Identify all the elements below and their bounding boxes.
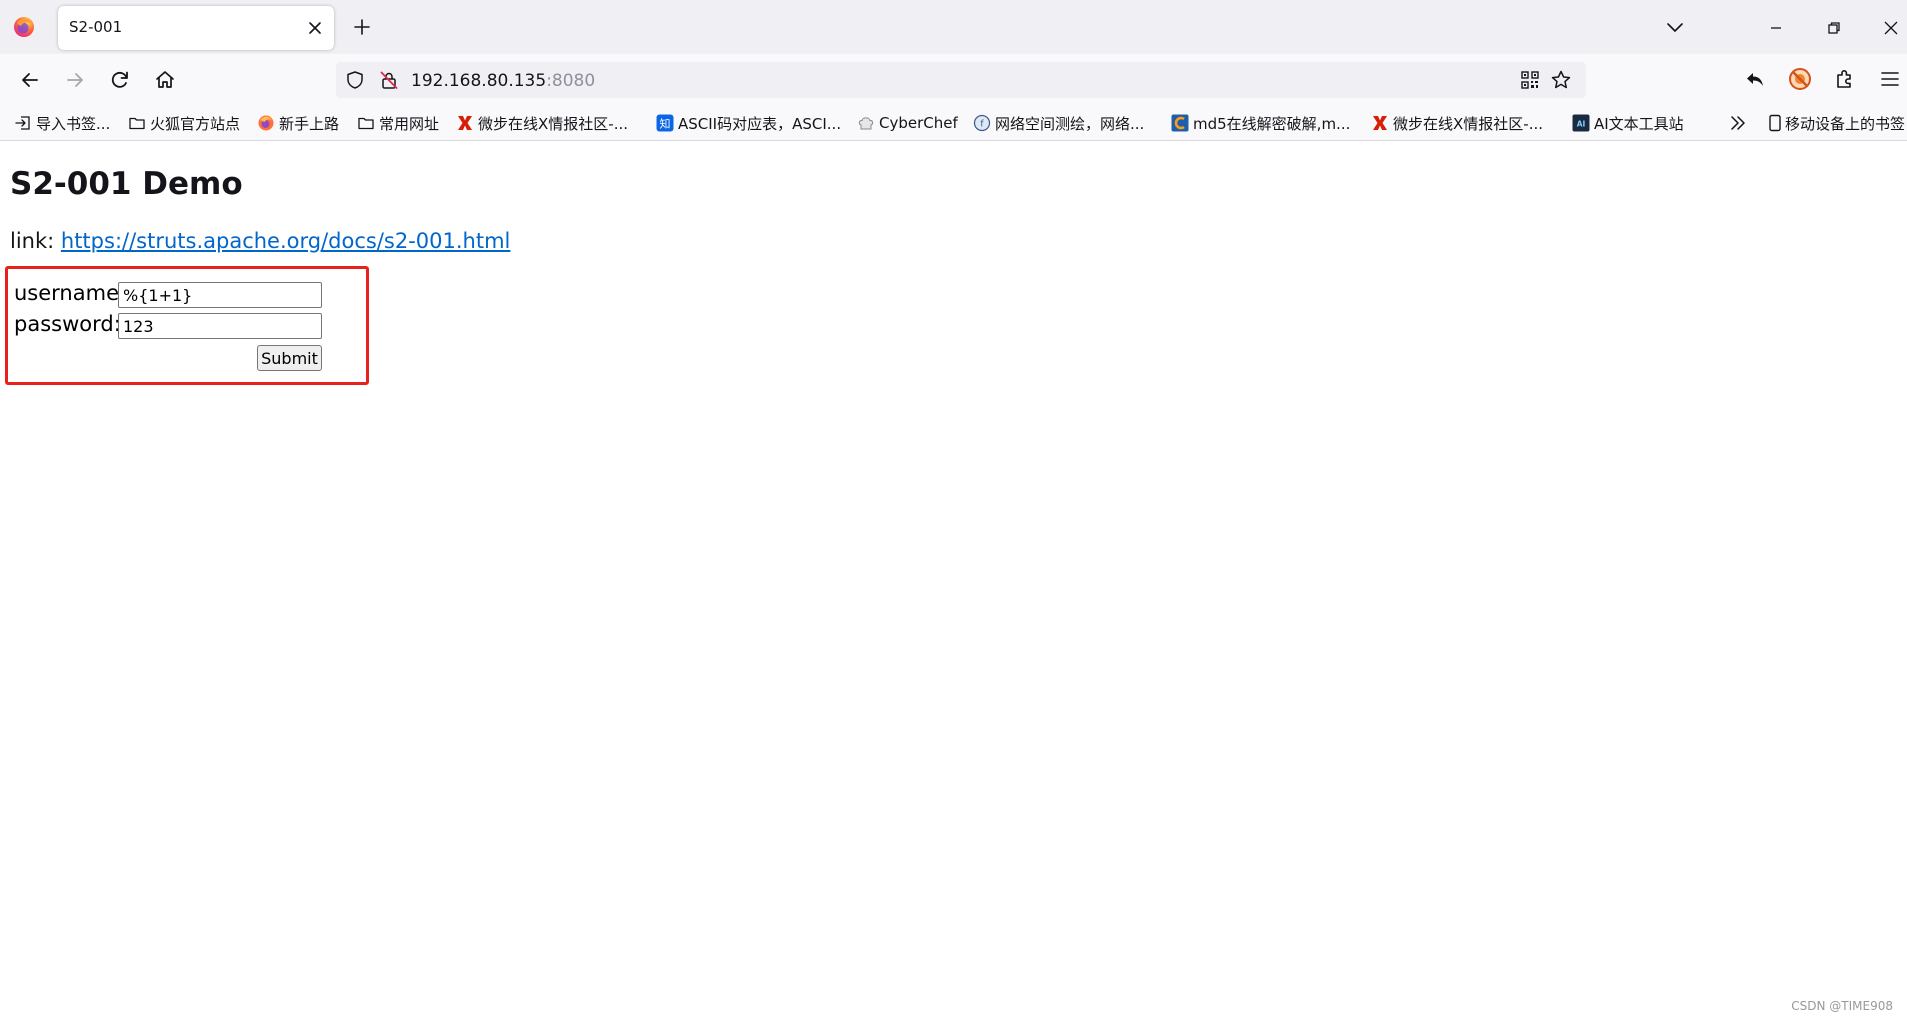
bookmark-label: 常用网址 (379, 114, 440, 133)
x-logo-icon (458, 116, 472, 130)
fofa-icon: f (973, 114, 991, 132)
home-icon[interactable] (151, 66, 179, 94)
import-icon (15, 116, 30, 130)
password-label: password: (14, 312, 121, 336)
link-prefix: link: (10, 229, 61, 253)
submit-button[interactable]: Submit (257, 345, 322, 371)
bookmark-label: AI文本工具站 (1594, 114, 1684, 133)
bookmark-cmd5[interactable]: md5在线解密破解,m... (1171, 106, 1350, 140)
bookmark-label: 火狐官方站点 (150, 114, 241, 133)
plus-icon[interactable] (350, 15, 374, 39)
url-text[interactable]: 192.168.80.135:8080 (411, 71, 595, 91)
page-title: S2-001 Demo (10, 166, 243, 202)
address-bar[interactable]: 192.168.80.135:8080 (336, 62, 1586, 98)
url-port: :8080 (546, 71, 596, 91)
bookmark-ascii-table[interactable]: 知 ASCII码对应表，ASCI... (656, 106, 841, 140)
bookmark-threatbook-2[interactable]: 微步在线X情报社区-... (1371, 106, 1543, 140)
menu-icon[interactable] (1877, 66, 1903, 92)
cmd5-icon (1171, 114, 1189, 132)
struts-docs-link[interactable]: https://struts.apache.org/docs/s2-001.ht… (61, 229, 511, 253)
extensions-icon[interactable] (1832, 66, 1858, 92)
bookmark-label: ASCII码对应表，ASCI... (678, 114, 842, 133)
chef-hat-icon (858, 117, 874, 130)
bookmark-label: 微步在线X情报社区-... (1393, 114, 1543, 133)
tab-strip: S2-001 (0, 0, 1907, 54)
bookmark-folder-common-sites[interactable]: 常用网址 (357, 106, 439, 140)
restore-icon[interactable] (1822, 16, 1846, 40)
svg-text:知: 知 (660, 117, 671, 131)
zhihu-icon: 知 (656, 114, 674, 132)
bookmark-import[interactable]: 导入书签... (14, 106, 110, 140)
navigation-toolbar: 192.168.80.135:8080 (0, 54, 1907, 106)
url-host: 192.168.80.135 (411, 71, 547, 91)
x-logo-icon (1373, 116, 1387, 130)
bookmark-threatbook-1[interactable]: 微步在线X情报社区-... (456, 106, 628, 140)
folder-icon (358, 117, 374, 130)
username-label: username: (14, 281, 127, 305)
tab-s2-001[interactable]: S2-001 (58, 6, 334, 50)
bookmark-mobile-folder[interactable]: 移动设备上的书签 (1766, 106, 1905, 140)
tab-title: S2-001 (69, 18, 123, 36)
watermark: CSDN @TIME908 (1791, 999, 1893, 1013)
bookmark-label: 移动设备上的书签 (1785, 114, 1906, 133)
bookmark-label: CyberChef (879, 114, 958, 132)
no-script-extension-icon[interactable] (1787, 66, 1813, 92)
reload-icon[interactable] (106, 66, 134, 94)
share-back-icon[interactable] (1742, 66, 1768, 92)
password-input[interactable] (118, 313, 322, 339)
bookmark-ai-text-tools[interactable]: AI AI文本工具站 (1572, 106, 1684, 140)
star-icon[interactable] (1550, 69, 1572, 91)
firefox-icon (14, 17, 34, 37)
bookmark-label: md5在线解密破解,m... (1193, 114, 1351, 133)
bookmark-getting-started[interactable]: 新手上路 (257, 106, 339, 140)
qr-code-icon[interactable] (1520, 70, 1540, 90)
mobile-icon (1769, 114, 1781, 132)
bookmarks-toolbar: 导入书签... 火狐官方站点 新手上路 常用网址 微步在线X情报社区-... 知 (0, 106, 1907, 141)
firefox-icon (258, 115, 274, 131)
chevron-down-icon[interactable] (1663, 15, 1687, 39)
close-icon[interactable] (306, 19, 324, 37)
username-input[interactable] (118, 282, 322, 308)
bookmark-label: 新手上路 (279, 114, 340, 133)
insecure-lock-icon[interactable] (379, 70, 399, 90)
minimize-icon[interactable] (1764, 16, 1788, 40)
bookmark-label: 网络空间测绘，网络... (995, 114, 1145, 133)
bookmark-label: 微步在线X情报社区-... (478, 114, 628, 133)
bookmark-fofa[interactable]: f 网络空间测绘，网络... (973, 106, 1144, 140)
bookmark-cyberchef[interactable]: CyberChef (857, 106, 958, 140)
bookmark-label: 导入书签... (36, 114, 111, 133)
shield-icon[interactable] (345, 70, 365, 90)
arrow-left-icon[interactable] (16, 66, 44, 94)
page-content: S2-001 Demo link: https://struts.apache.… (0, 141, 1907, 1025)
bookmark-folder-firefox-official[interactable]: 火狐官方站点 (128, 106, 240, 140)
svg-text:AI: AI (1577, 120, 1586, 129)
folder-icon (129, 117, 145, 130)
chevron-double-right-icon[interactable] (1728, 113, 1748, 133)
arrow-right-icon[interactable] (61, 66, 89, 94)
ai-icon: AI (1572, 114, 1590, 132)
link-line: link: https://struts.apache.org/docs/s2-… (10, 229, 510, 253)
window-close-icon[interactable] (1879, 16, 1903, 40)
